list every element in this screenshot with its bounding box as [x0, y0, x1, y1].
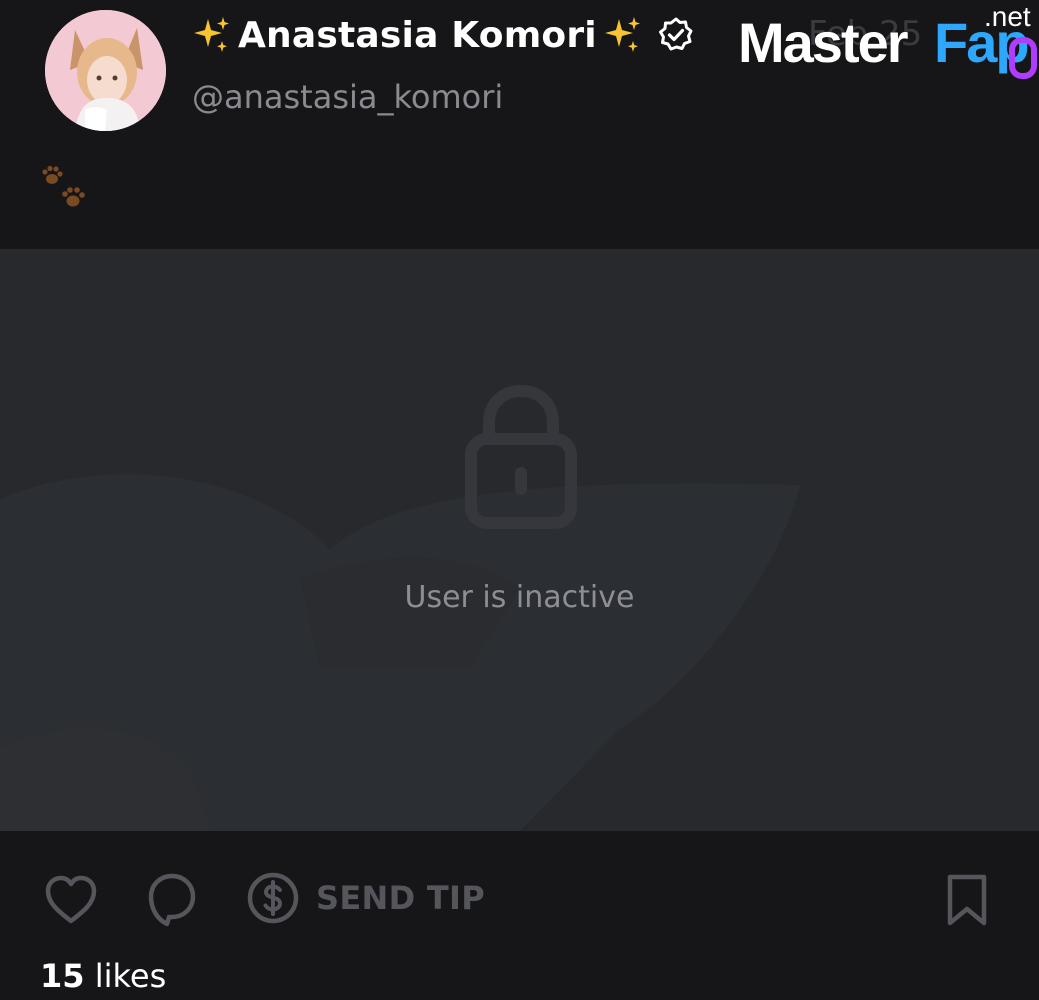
media-status-text: User is inactive: [404, 580, 635, 615]
comment-icon: [148, 873, 196, 927]
bookmark-button[interactable]: [944, 873, 990, 927]
send-tip-button[interactable]: SEND TIP: [246, 871, 485, 925]
likes-count[interactable]: 15 likes: [40, 957, 166, 995]
likes-label: likes: [94, 957, 167, 995]
verified-badge-icon: [657, 16, 695, 54]
post-actions: SEND TIP: [0, 831, 1039, 961]
watermark-main-text: Master: [738, 11, 908, 74]
comment-button[interactable]: [147, 872, 197, 928]
paw-prints-icon: [40, 165, 90, 213]
sparkles-icon: [192, 15, 232, 55]
lock-icon: [465, 385, 577, 529]
sparkles-icon: [603, 15, 643, 55]
author-name-row[interactable]: Anastasia Komori: [192, 12, 695, 58]
send-tip-label: SEND TIP: [316, 879, 485, 917]
likes-number: 15: [40, 957, 85, 995]
bookmark-icon: [947, 874, 987, 926]
watermark-logo: Master Fap .net: [738, 0, 1038, 80]
avatar[interactable]: [45, 10, 166, 131]
heart-icon: [45, 875, 97, 924]
dollar-icon: [246, 871, 300, 925]
author-name: Anastasia Komori: [238, 14, 597, 56]
watermark-tld-text: .net: [984, 1, 1031, 32]
author-handle[interactable]: @anastasia_komori: [192, 78, 503, 116]
locked-media[interactable]: User is inactive: [0, 249, 1039, 831]
post-card: Anastasia Komori @anastasia_komori Feb 2…: [0, 0, 1039, 1000]
media-blur-background: [0, 249, 1039, 831]
like-button[interactable]: [44, 875, 98, 925]
